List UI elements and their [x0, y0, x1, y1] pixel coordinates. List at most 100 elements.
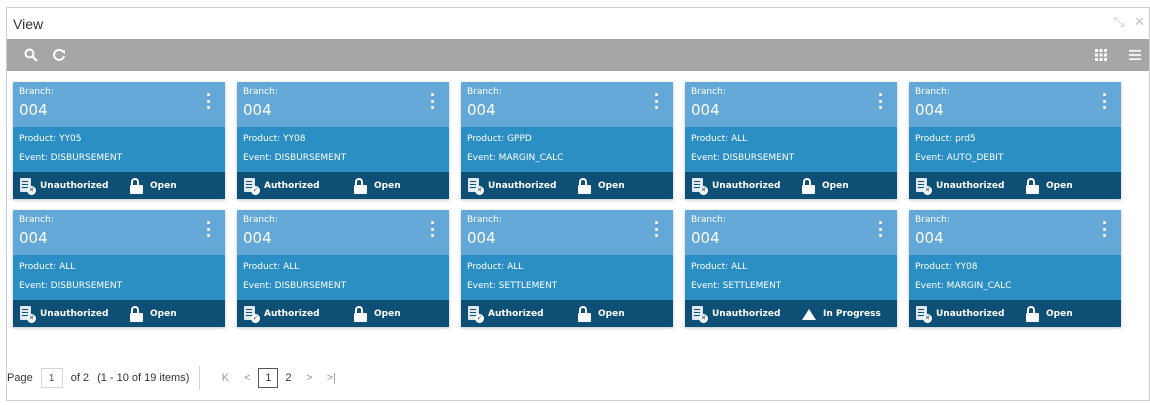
record-card-3[interactable]: Branch: 004 Product: GPPD Event: MARGIN_…	[461, 82, 673, 199]
record-card-1[interactable]: Branch: 004 Product: YY05 Event: DISBURS…	[13, 82, 225, 199]
authorization-status: ✓ Authorized	[467, 305, 577, 323]
authorization-status-text: Unauthorized	[40, 308, 109, 319]
authorization-status-text: Unauthorized	[488, 180, 557, 191]
page-2-button[interactable]: 2	[278, 368, 298, 388]
record-status-text: Open	[150, 180, 177, 191]
branch-label: Branch:	[467, 87, 502, 97]
grid-view-icon[interactable]	[1087, 44, 1115, 66]
event-text: Event: AUTO_DEBIT	[915, 153, 1004, 163]
card-footer: ✕ Unauthorized In Progress	[685, 300, 897, 327]
search-icon[interactable]	[17, 44, 45, 66]
more-options-icon[interactable]	[1101, 93, 1107, 109]
unauthorized-icon: ✕	[915, 177, 932, 195]
refresh-icon[interactable]	[45, 44, 73, 66]
record-status: In Progress	[801, 308, 881, 320]
in-progress-icon	[801, 308, 817, 320]
card-header: Branch: 004	[909, 210, 1121, 255]
record-card-7[interactable]: Branch: 004 Product: ALL Event: DISBURSE…	[237, 210, 449, 327]
card-header: Branch: 004	[13, 82, 225, 127]
page-1-button[interactable]: 1	[258, 368, 279, 388]
record-status-text: Open	[598, 180, 625, 191]
more-options-icon[interactable]	[653, 221, 659, 237]
more-options-icon[interactable]	[1101, 221, 1107, 237]
record-status: Open	[577, 305, 625, 322]
page-number-input[interactable]: 1	[40, 368, 63, 388]
minimize-icon[interactable]: ⤡	[1114, 14, 1124, 30]
more-options-icon[interactable]	[205, 93, 211, 109]
close-icon[interactable]: ✕	[1134, 14, 1145, 30]
card-footer: ✕ Unauthorized Open	[461, 172, 673, 199]
record-status: Open	[577, 177, 625, 194]
card-body: Product: ALL Event: DISBURSEMENT	[685, 127, 897, 172]
unauthorized-icon: ✕	[467, 177, 484, 195]
page-of-text: of 2	[70, 372, 90, 384]
page-range-text: (1 - 10 of 19 items)	[97, 372, 190, 384]
lock-open-icon	[129, 305, 144, 322]
list-view-icon[interactable]	[1121, 44, 1149, 66]
lock-open-icon	[801, 177, 816, 194]
record-card-10[interactable]: Branch: 004 Product: YY08 Event: MARGIN_…	[909, 210, 1121, 327]
branch-label: Branch:	[691, 87, 726, 97]
lock-open-icon	[353, 305, 368, 322]
event-text: Event: MARGIN_CALC	[467, 153, 564, 163]
record-card-2[interactable]: Branch: 004 Product: YY08 Event: DISBURS…	[237, 82, 449, 199]
record-status: Open	[1025, 305, 1073, 322]
window-title: View	[13, 15, 44, 32]
previous-page-button[interactable]: <	[236, 372, 258, 384]
card-header: Branch: 004	[237, 82, 449, 127]
record-status-text: Open	[598, 308, 625, 319]
card-footer: ✕ Unauthorized Open	[13, 300, 225, 327]
card-body: Product: prd5 Event: AUTO_DEBIT	[909, 127, 1121, 172]
branch-value: 004	[243, 229, 272, 247]
event-text: Event: SETTLEMENT	[467, 281, 558, 291]
branch-label: Branch:	[691, 215, 726, 225]
first-page-button[interactable]: K	[214, 372, 236, 384]
card-header: Branch: 004	[13, 210, 225, 255]
product-text: Product: YY05	[19, 134, 82, 144]
card-body: Product: ALL Event: DISBURSEMENT	[237, 255, 449, 300]
record-status-text: Open	[374, 308, 401, 319]
more-options-icon[interactable]	[429, 221, 435, 237]
record-status: Open	[129, 177, 177, 194]
card-footer: ✕ Unauthorized Open	[685, 172, 897, 199]
record-status: Open	[801, 177, 849, 194]
authorization-status-text: Authorized	[488, 308, 544, 319]
last-page-button[interactable]: >|	[320, 372, 342, 384]
more-options-icon[interactable]	[877, 221, 883, 237]
next-page-button[interactable]: >	[298, 372, 320, 384]
window-titlebar: View ⤡ ✕	[7, 8, 1149, 39]
branch-value: 004	[243, 101, 272, 119]
branch-label: Branch:	[243, 215, 278, 225]
authorization-status: ✓ Authorized	[243, 305, 353, 323]
event-text: Event: DISBURSEMENT	[243, 281, 347, 291]
more-options-icon[interactable]	[429, 93, 435, 109]
authorization-status-text: Unauthorized	[712, 308, 781, 319]
record-card-5[interactable]: Branch: 004 Product: prd5 Event: AUTO_DE…	[909, 82, 1121, 199]
card-body: Product: YY08 Event: DISBURSEMENT	[237, 127, 449, 172]
product-text: Product: ALL	[19, 262, 76, 272]
product-text: Product: prd5	[915, 134, 976, 144]
event-text: Event: DISBURSEMENT	[691, 153, 795, 163]
more-options-icon[interactable]	[205, 221, 211, 237]
more-options-icon[interactable]	[653, 93, 659, 109]
card-footer: ✕ Unauthorized Open	[909, 172, 1121, 199]
record-card-6[interactable]: Branch: 004 Product: ALL Event: DISBURSE…	[13, 210, 225, 327]
record-card-4[interactable]: Branch: 004 Product: ALL Event: DISBURSE…	[685, 82, 897, 199]
card-body: Product: YY08 Event: MARGIN_CALC	[909, 255, 1121, 300]
product-text: Product: ALL	[691, 134, 748, 144]
record-card-9[interactable]: Branch: 004 Product: ALL Event: SETTLEME…	[685, 210, 897, 327]
event-text: Event: DISBURSEMENT	[19, 153, 123, 163]
record-status-text: Open	[822, 180, 849, 191]
card-footer: ✕ Unauthorized Open	[909, 300, 1121, 327]
card-header: Branch: 004	[237, 210, 449, 255]
branch-value: 004	[915, 229, 944, 247]
more-options-icon[interactable]	[877, 93, 883, 109]
authorization-status: ✕ Unauthorized	[915, 305, 1025, 323]
card-grid: Branch: 004 Product: YY05 Event: DISBURS…	[13, 82, 1145, 327]
record-status-text: Open	[150, 308, 177, 319]
record-card-8[interactable]: Branch: 004 Product: ALL Event: SETTLEME…	[461, 210, 673, 327]
authorization-status: ✕ Unauthorized	[19, 177, 129, 195]
authorization-status-text: Authorized	[264, 308, 320, 319]
card-body: Product: GPPD Event: MARGIN_CALC	[461, 127, 673, 172]
authorized-icon: ✓	[243, 177, 260, 195]
